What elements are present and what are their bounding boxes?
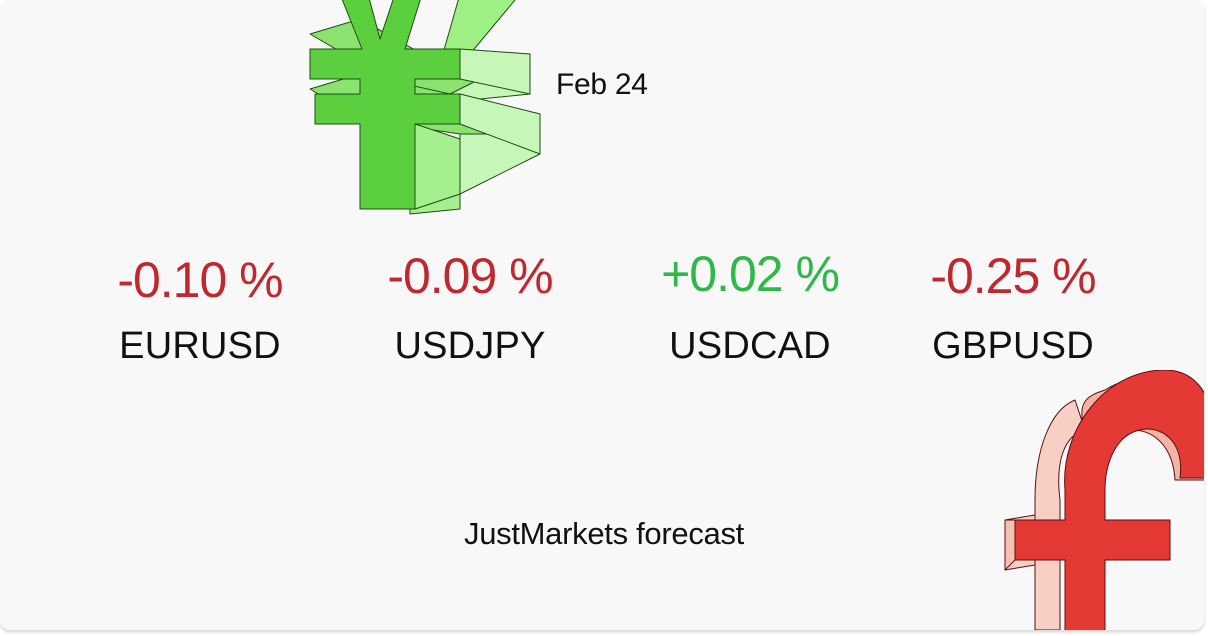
pair-symbol: USDJPY xyxy=(394,325,546,367)
yen-symbol-icon xyxy=(309,0,541,215)
pair-gbpusd: -0.25 % GBPUSD xyxy=(893,248,1133,368)
change-percent: -0.25 % xyxy=(930,248,1096,304)
pair-usdjpy: -0.09 % USDJPY xyxy=(350,248,590,368)
pair-usdcad: +0.02 % USDCAD xyxy=(630,246,870,368)
forecast-card: Feb 24 -0.10 % EURUSD -0.09 % USDJPY +0.… xyxy=(0,0,1204,630)
pair-eurusd: -0.10 % EURUSD xyxy=(80,252,320,368)
pair-symbol: EURUSD xyxy=(119,325,281,367)
change-percent: -0.09 % xyxy=(387,248,553,304)
pair-symbol: USDCAD xyxy=(669,325,831,367)
pair-symbol: GBPUSD xyxy=(932,325,1094,367)
pound-symbol-icon xyxy=(1004,370,1204,630)
change-percent: +0.02 % xyxy=(661,246,840,302)
forecast-date: Feb 24 xyxy=(556,68,648,101)
change-percent: -0.10 % xyxy=(117,252,283,308)
